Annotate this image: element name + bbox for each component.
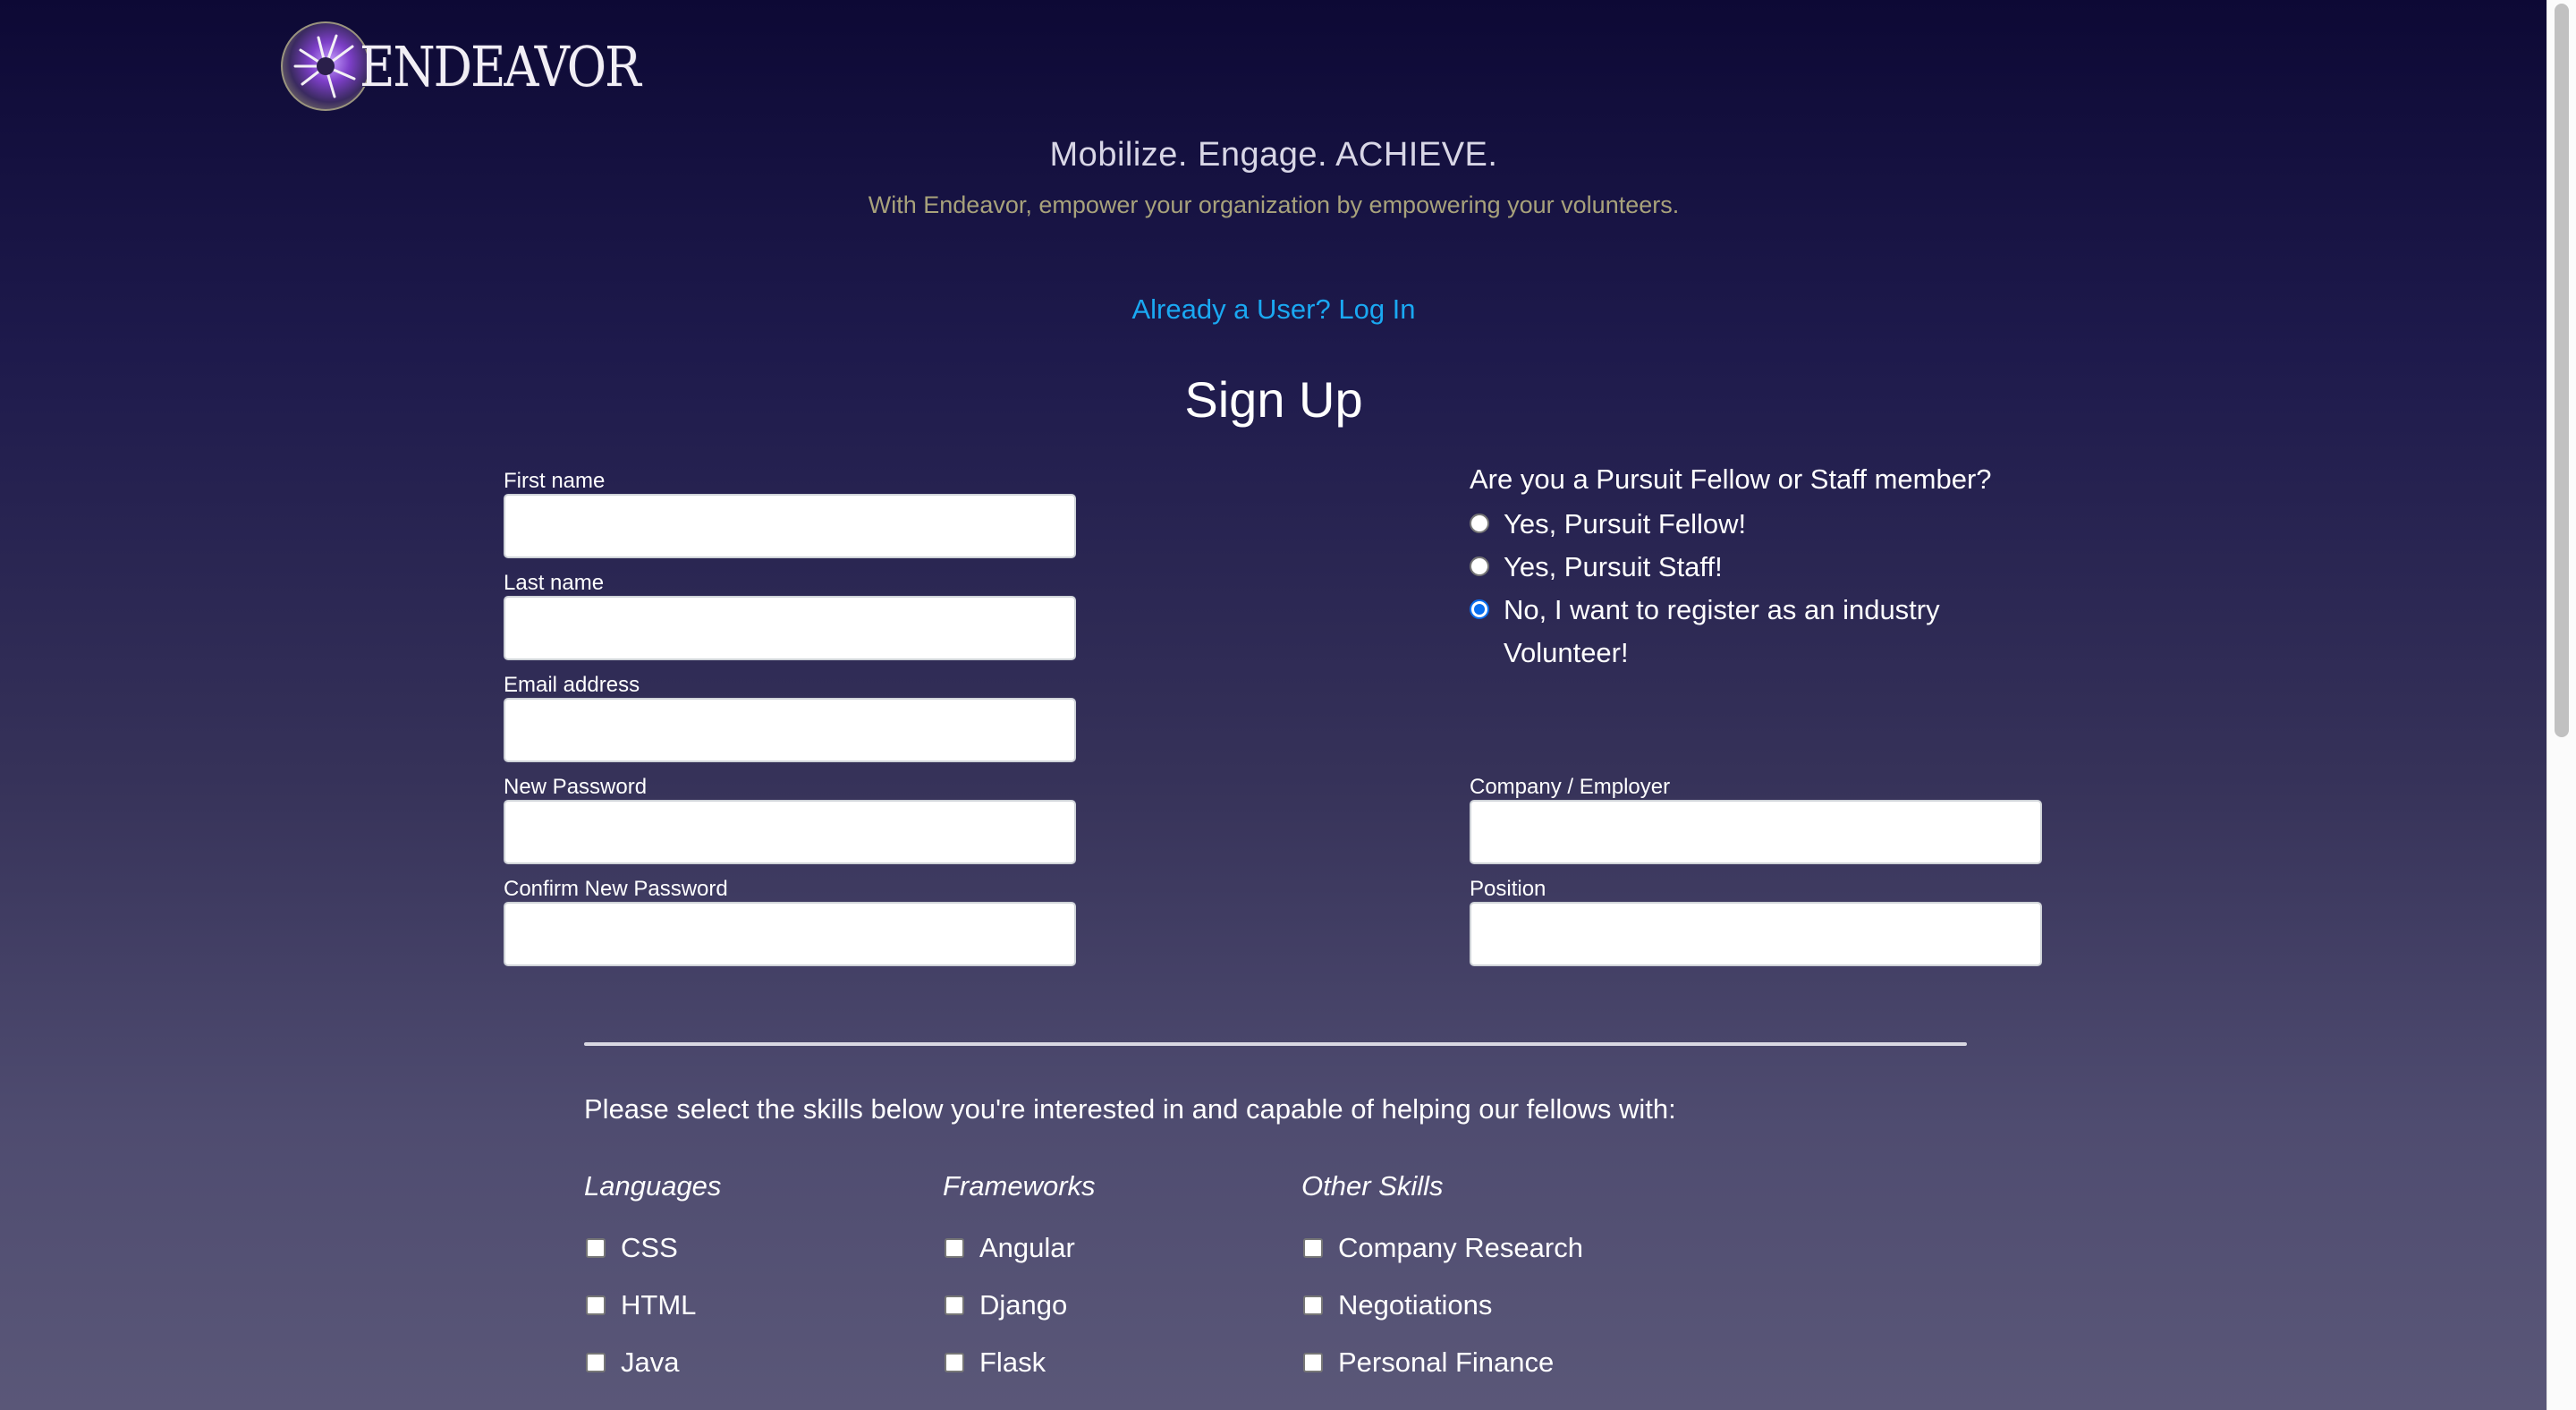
skills-column-title-other: Other Skills xyxy=(1301,1170,1444,1202)
skills-column-title-frameworks: Frameworks xyxy=(943,1170,1096,1202)
skill-label: Java xyxy=(621,1346,680,1378)
last-name-field[interactable] xyxy=(504,596,1076,660)
confirm-password-label: Confirm New Password xyxy=(504,877,728,901)
checkbox[interactable] xyxy=(945,1238,964,1258)
scrollbar-thumb[interactable] xyxy=(2555,4,2569,737)
radio-button[interactable] xyxy=(1470,514,1489,533)
skill-label: HTML xyxy=(621,1289,697,1321)
page-title: Sign Up xyxy=(1184,371,1363,428)
checkbox[interactable] xyxy=(1303,1238,1323,1258)
skill-item-html[interactable]: HTML xyxy=(586,1286,696,1325)
checkbox[interactable] xyxy=(586,1353,606,1372)
skill-item-flask[interactable]: Flask xyxy=(945,1343,1046,1382)
skill-item-java[interactable]: Java xyxy=(586,1343,679,1382)
radio-option-fellow[interactable]: Yes, Pursuit Fellow! xyxy=(1470,503,1970,546)
position-label: Position xyxy=(1470,877,1546,901)
radio-option-staff[interactable]: Yes, Pursuit Staff! xyxy=(1470,546,1970,589)
radio-label-staff: Yes, Pursuit Staff! xyxy=(1504,551,1723,582)
checkbox[interactable] xyxy=(586,1238,606,1258)
logo-wordmark: ENDEAVOR xyxy=(360,33,641,99)
skill-item-angular[interactable]: Angular xyxy=(945,1228,1075,1268)
skill-label: Angular xyxy=(979,1232,1075,1263)
company-label: Company / Employer xyxy=(1470,775,1671,799)
email-label: Email address xyxy=(504,673,640,697)
skill-item-css[interactable]: CSS xyxy=(586,1228,678,1268)
role-question: Are you a Pursuit Fellow or Staff member… xyxy=(1470,463,1992,495)
skill-label: Personal Finance xyxy=(1338,1346,1555,1378)
checkbox[interactable] xyxy=(945,1295,964,1315)
checkbox[interactable] xyxy=(1303,1353,1323,1372)
tagline: Mobilize. Engage. ACHIEVE. xyxy=(1049,136,1498,174)
signup-page: ENDEAVOR Mobilize. Engage. ACHIEVE. With… xyxy=(0,0,2547,1410)
radio-label-volunteer: No, I want to register as an industry Vo… xyxy=(1504,594,1940,668)
skill-label: Flask xyxy=(979,1346,1046,1378)
company-field[interactable] xyxy=(1470,800,2042,864)
last-name-label: Last name xyxy=(504,571,605,595)
checkbox[interactable] xyxy=(945,1353,964,1372)
skills-column-title-languages: Languages xyxy=(584,1170,722,1202)
first-name-label: First name xyxy=(504,469,606,493)
checkbox[interactable] xyxy=(586,1295,606,1315)
skills-intro: Please select the skills below you're in… xyxy=(584,1093,1676,1125)
endeavor-logo[interactable]: ENDEAVOR xyxy=(281,20,641,113)
skill-label: Company Research xyxy=(1338,1232,1583,1263)
skill-item-company-research[interactable]: Company Research xyxy=(1303,1228,1583,1268)
checkbox[interactable] xyxy=(1303,1295,1323,1315)
vertical-scrollbar[interactable] xyxy=(2546,0,2576,1410)
radio-option-volunteer[interactable]: No, I want to register as an industry Vo… xyxy=(1470,589,1970,675)
skill-label: Django xyxy=(979,1289,1068,1321)
email-field[interactable] xyxy=(504,698,1076,762)
skill-item-django[interactable]: Django xyxy=(945,1286,1067,1325)
radio-button[interactable] xyxy=(1470,556,1489,576)
section-divider xyxy=(584,1042,1967,1046)
skill-label: CSS xyxy=(621,1232,678,1263)
login-link[interactable]: Already a User? Log In xyxy=(0,293,2547,326)
skill-label: Negotiations xyxy=(1338,1289,1493,1321)
position-field[interactable] xyxy=(1470,902,2042,966)
new-password-label: New Password xyxy=(504,775,648,799)
radio-button[interactable] xyxy=(1470,599,1489,619)
radio-label-fellow: Yes, Pursuit Fellow! xyxy=(1504,508,1747,539)
confirm-password-field[interactable] xyxy=(504,902,1076,966)
skill-item-negotiations[interactable]: Negotiations xyxy=(1303,1286,1492,1325)
subtagline: With Endeavor, empower your organization… xyxy=(868,191,1680,218)
new-password-field[interactable] xyxy=(504,800,1076,864)
first-name-field[interactable] xyxy=(504,494,1076,558)
endeavor-hands-logo-icon xyxy=(281,21,370,111)
skill-item-personal-finance[interactable]: Personal Finance xyxy=(1303,1343,1554,1382)
